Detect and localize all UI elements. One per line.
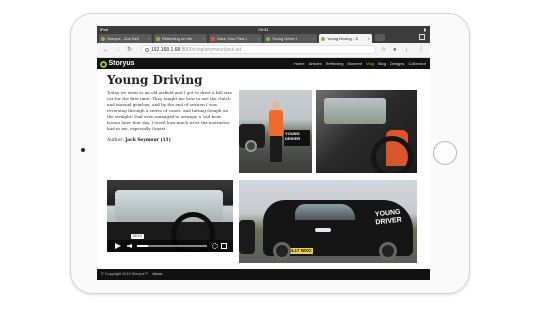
car-side-text: YOUNG DRIVER — [284, 130, 310, 146]
fullscreen-icon[interactable] — [221, 243, 227, 249]
close-icon[interactable]: × — [148, 36, 150, 41]
photo-driver-cockpit[interactable] — [316, 90, 417, 173]
tab-label: Reflecting on the — [162, 36, 193, 41]
close-icon[interactable]: × — [203, 36, 205, 41]
tab-switcher-icon[interactable] — [419, 34, 425, 40]
article-author: Author: Jack Seymour (11) — [107, 138, 235, 143]
logo-icon — [100, 60, 107, 68]
site-footer: © Copyright 2019 Storyus™ About — [97, 269, 430, 280]
video-progress-fill — [137, 245, 148, 247]
person-head — [272, 101, 280, 110]
site-nav: Home Articles Reflecting Moment Vlog Blo… — [294, 61, 426, 67]
article-body: Today we went to an old airfield and I g… — [107, 90, 232, 131]
tab-save-your-past[interactable]: Save Your Past L × — [209, 34, 262, 43]
tab-storyus[interactable]: Storyus - Zoe Bell × — [99, 34, 152, 43]
windscreen-shape — [324, 98, 386, 124]
gear-icon[interactable] — [212, 243, 218, 249]
video-progress-bar[interactable] — [137, 245, 207, 247]
bookmark-star-icon[interactable]: ☆ — [381, 46, 386, 54]
camera-dot — [81, 148, 85, 152]
url-path: :8000/vlog/seymour/jack-sd — [180, 47, 242, 53]
nav-home[interactable]: Home — [294, 61, 305, 67]
author-label: Author: — [107, 138, 124, 143]
tab-label: Young Driving - S — [327, 36, 358, 41]
article-title: Young Driving — [107, 73, 203, 87]
photo-driving-car[interactable]: YOUNG DRIVER DL17 WXO — [239, 180, 417, 263]
photo-driver-standing[interactable]: YOUNG DRIVER — [239, 90, 312, 173]
browser-screen: iPad 09:34 ▮ Storyus - Zoe Bell × Reflec… — [97, 26, 430, 280]
car-door-text: YOUNG DRIVER — [374, 208, 403, 227]
info-icon[interactable] — [145, 48, 149, 52]
tab-reflecting[interactable]: Reflecting on the × — [154, 34, 207, 43]
favicon-icon — [156, 36, 160, 41]
video-time: 00:13 — [131, 234, 144, 239]
favicon-icon — [101, 36, 105, 41]
nav-designs[interactable]: Designs — [390, 61, 404, 67]
nav-articles[interactable]: Articles — [309, 61, 322, 67]
video-controls: 00:13 — [107, 234, 233, 252]
nav-collection[interactable]: Collection — [408, 61, 426, 67]
home-button[interactable] — [433, 141, 457, 165]
tab-young-driver[interactable]: Young Driver I × — [264, 34, 317, 43]
video-player[interactable]: 00:13 — [107, 180, 233, 252]
tab-label: Storyus - Zoe Bell — [107, 36, 139, 41]
mic-icon[interactable]: ● — [393, 46, 397, 54]
tab-label: Save Your Past L — [217, 36, 248, 41]
download-icon[interactable]: ↓ — [405, 46, 408, 54]
close-icon[interactable]: × — [368, 36, 370, 41]
url-field[interactable]: 192.168.1.68:8000/vlog/seymour/jack-sd — [141, 45, 376, 54]
address-bar: ← → ↻ 192.168.1.68:8000/vlog/seymour/jac… — [97, 43, 430, 58]
steering-wheel-shape — [371, 136, 413, 173]
nav-blog[interactable]: Blog — [378, 61, 386, 67]
favicon-icon — [321, 36, 325, 41]
volume-icon[interactable] — [127, 244, 132, 248]
tab-young-driving[interactable]: Young Driving - S × — [319, 34, 372, 43]
tab-strip: Storyus - Zoe Bell × Reflecting on the ×… — [97, 32, 430, 43]
more-menu-icon[interactable]: ⋮ — [418, 46, 424, 54]
page-content: Young Driving Today we went to an old ai… — [97, 69, 430, 269]
forward-icon[interactable]: → — [115, 46, 121, 54]
site-logo[interactable]: Storyus — [100, 60, 135, 68]
favicon-icon — [211, 36, 215, 41]
car-shape — [239, 220, 255, 254]
wheel-shape — [273, 242, 291, 260]
close-icon[interactable]: × — [313, 36, 315, 41]
url-host: 192.168.1.68 — [151, 47, 181, 53]
nav-vlog[interactable]: Vlog — [366, 61, 374, 67]
article: Young Driving Today we went to an old ai… — [107, 73, 235, 143]
footer-about-link[interactable]: About — [152, 272, 162, 276]
logo-text: Storyus — [108, 60, 135, 67]
favicon-icon — [266, 36, 270, 41]
nav-moment[interactable]: Moment — [347, 61, 361, 67]
person-jacket — [269, 110, 283, 136]
person-legs — [270, 136, 282, 162]
wheel-shape — [245, 140, 257, 152]
headlight-shape — [315, 228, 331, 232]
author-name: Jack Seymour (11) — [125, 138, 171, 143]
footer-copyright: © Copyright 2019 Storyus™ — [101, 272, 149, 276]
status-time: 09:34 — [258, 26, 269, 32]
reload-icon[interactable]: ↻ — [127, 46, 132, 54]
new-tab-button[interactable] — [375, 34, 385, 41]
back-icon[interactable]: ← — [103, 46, 109, 54]
battery-icon: ▮ — [423, 26, 426, 32]
play-icon[interactable] — [115, 243, 121, 249]
car-window-shape — [295, 204, 355, 220]
close-icon[interactable]: × — [258, 36, 260, 41]
tab-label: Young Driver I — [272, 36, 298, 41]
nav-reflecting[interactable]: Reflecting — [326, 61, 344, 67]
wheel-shape — [379, 242, 397, 260]
